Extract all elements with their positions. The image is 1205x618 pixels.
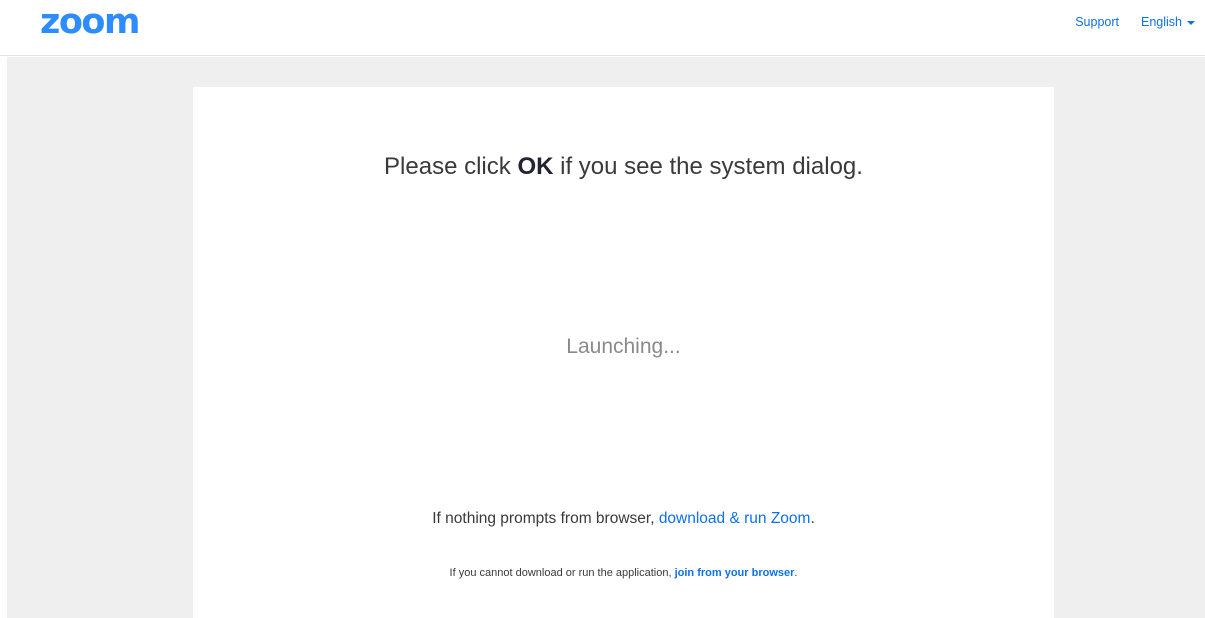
prompt-period: . [810, 510, 815, 527]
download-run-zoom-link[interactable]: download & run Zoom [659, 510, 811, 527]
top-nav: Support English [1075, 15, 1195, 29]
fallback-text: If you cannot download or run the applic… [449, 567, 675, 579]
caret-down-icon [1187, 20, 1195, 25]
title-suffix: if you see the system dialog. [553, 153, 863, 180]
prompt-text: If nothing prompts from browser, [432, 510, 659, 527]
top-header: zoom Support English [0, 0, 1205, 56]
language-dropdown[interactable]: English [1141, 15, 1195, 29]
launching-status: Launching... [566, 335, 681, 358]
support-link[interactable]: Support [1075, 15, 1119, 29]
language-label: English [1141, 15, 1182, 29]
page-title: Please click OK if you see the system di… [193, 153, 1054, 181]
browser-fallback: If you cannot download or run the applic… [193, 567, 1054, 579]
zoom-logo[interactable]: zoom [40, 2, 140, 42]
download-prompt: If nothing prompts from browser, downloa… [193, 510, 1054, 528]
launch-card: Please click OK if you see the system di… [193, 87, 1054, 618]
join-from-browser-link[interactable]: join from your browser [675, 567, 795, 579]
fallback-period: . [794, 567, 798, 579]
title-prefix: Please click [384, 153, 518, 180]
page-background: Please click OK if you see the system di… [7, 57, 1205, 618]
title-ok-emphasis: OK [517, 153, 554, 180]
